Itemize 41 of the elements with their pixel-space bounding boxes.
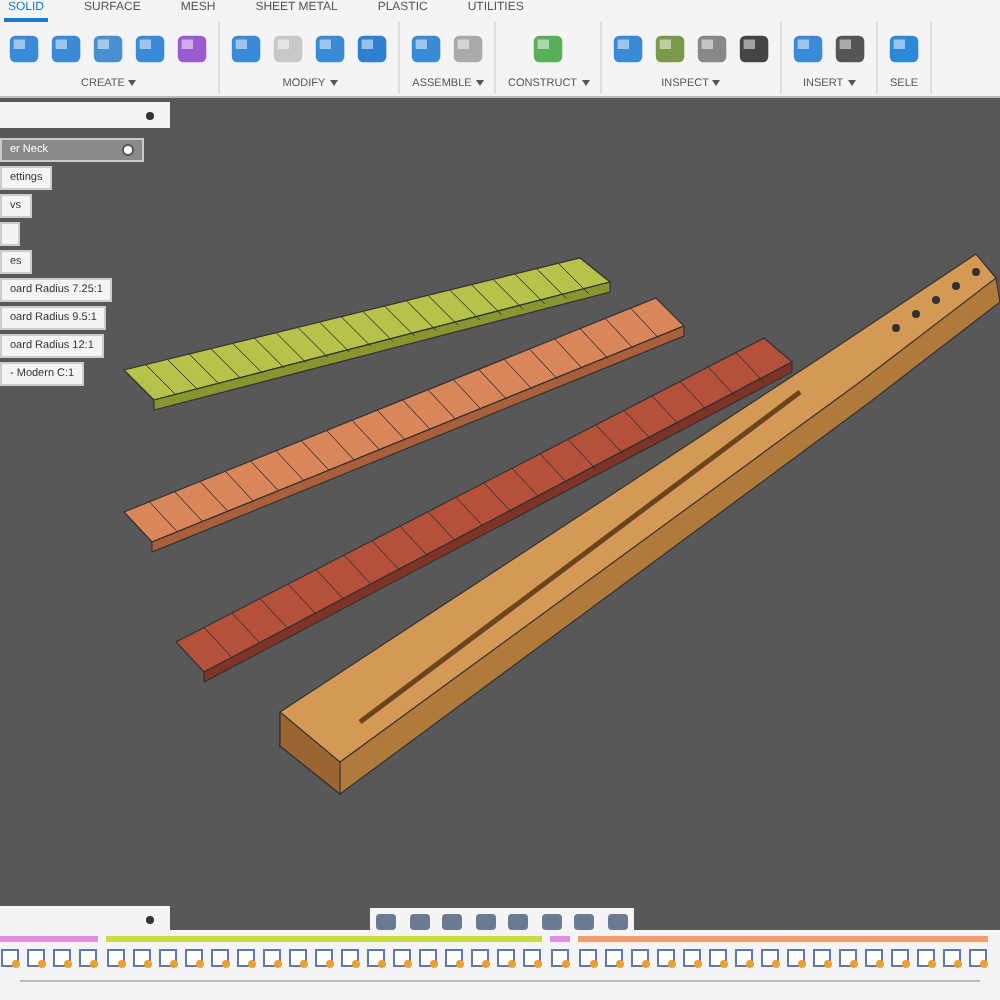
pin-icon[interactable] — [146, 915, 154, 923]
feature-icon[interactable] — [418, 948, 438, 968]
feature-icon[interactable] — [578, 948, 598, 968]
feature-icon[interactable] — [26, 948, 46, 968]
feature-icon[interactable] — [760, 948, 780, 968]
feature-icon[interactable] — [682, 948, 702, 968]
feature-icon[interactable] — [340, 948, 360, 968]
feature-icon[interactable] — [734, 948, 754, 968]
feature-icon[interactable] — [496, 948, 516, 968]
feature-icon[interactable] — [470, 948, 490, 968]
feature-icon[interactable] — [236, 948, 256, 968]
feature-icon[interactable] — [812, 948, 832, 968]
feature-icon[interactable] — [210, 948, 230, 968]
pin-icon[interactable] — [146, 111, 154, 119]
feature-icon[interactable] — [604, 948, 624, 968]
feature-icon[interactable] — [656, 948, 676, 968]
feature-icon[interactable] — [52, 948, 72, 968]
feature-icon[interactable] — [262, 948, 282, 968]
feature-icon[interactable] — [184, 948, 204, 968]
feature-icon[interactable] — [392, 948, 412, 968]
feature-icon[interactable] — [864, 948, 884, 968]
feature-icon[interactable] — [916, 948, 936, 968]
feature-icon[interactable] — [942, 948, 962, 968]
feature-icon[interactable] — [106, 948, 126, 968]
feature-icon[interactable] — [0, 948, 20, 968]
feature-icon[interactable] — [444, 948, 464, 968]
feature-icon[interactable] — [890, 948, 910, 968]
feature-icon[interactable] — [78, 948, 98, 968]
feature-icon[interactable] — [630, 948, 650, 968]
feature-icon[interactable] — [158, 948, 178, 968]
feature-icon[interactable] — [838, 948, 858, 968]
feature-icon[interactable] — [314, 948, 334, 968]
feature-icon[interactable] — [786, 948, 806, 968]
radio-icon — [122, 144, 134, 156]
feature-icon[interactable] — [708, 948, 728, 968]
feature-icon[interactable] — [288, 948, 308, 968]
feature-icon[interactable] — [550, 948, 570, 968]
feature-icon[interactable] — [366, 948, 386, 968]
feature-icon[interactable] — [968, 948, 988, 968]
feature-icon[interactable] — [132, 948, 152, 968]
feature-icon[interactable] — [522, 948, 542, 968]
